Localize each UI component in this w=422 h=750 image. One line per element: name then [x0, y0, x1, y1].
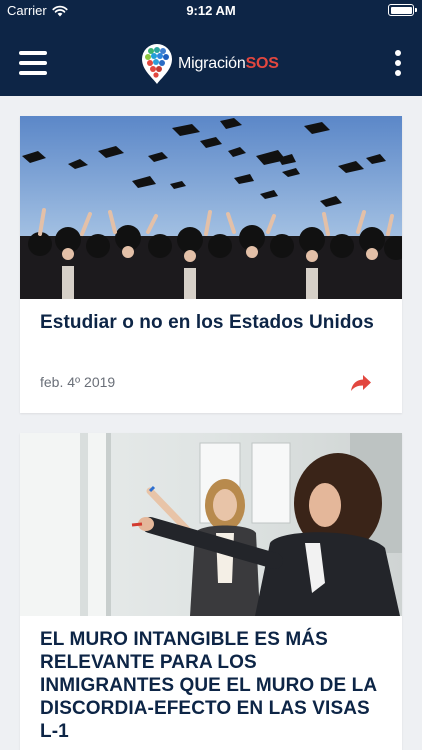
brand-name-plain: Migración: [178, 55, 246, 72]
article-image-office[interactable]: [20, 433, 402, 616]
article-date: feb. 4º 2019: [40, 374, 116, 390]
menu-bar-top: [19, 51, 47, 55]
more-dot: [395, 70, 401, 76]
office-whiteboard-photo: [20, 433, 402, 616]
more-dot: [395, 60, 401, 66]
battery-icon: [388, 4, 417, 16]
menu-bar-middle: [19, 61, 47, 65]
menu-bar-bottom: [19, 71, 47, 75]
article-title[interactable]: EL MURO INTANGIBLE ES MÁS RELEVANTE PARA…: [20, 616, 402, 743]
clock: 9:12 AM: [186, 3, 236, 18]
article-card[interactable]: EL MURO INTANGIBLE ES MÁS RELEVANTE PARA…: [20, 433, 402, 750]
status-bar: Carrier 9:12 AM: [0, 0, 422, 22]
more-options-button[interactable]: [392, 50, 404, 76]
app-header: Carrier 9:12 AM MigraciónSOS: [0, 0, 422, 96]
article-title[interactable]: Estudiar o no en los Estados Unidos: [20, 299, 402, 334]
more-dot: [395, 50, 401, 56]
globe-pin-logo-icon: [142, 44, 172, 84]
graduation-caps-photo: [20, 116, 402, 299]
app-logo: MigraciónSOS: [140, 43, 279, 85]
hamburger-menu-button[interactable]: [19, 51, 49, 75]
share-icon[interactable]: [350, 373, 372, 393]
article-card[interactable]: Estudiar o no en los Estados Unidos feb.…: [20, 116, 402, 413]
article-image-graduation[interactable]: [20, 116, 402, 299]
brand-name-accent: SOS: [245, 55, 279, 72]
brand-name: MigraciónSOS: [178, 55, 279, 73]
